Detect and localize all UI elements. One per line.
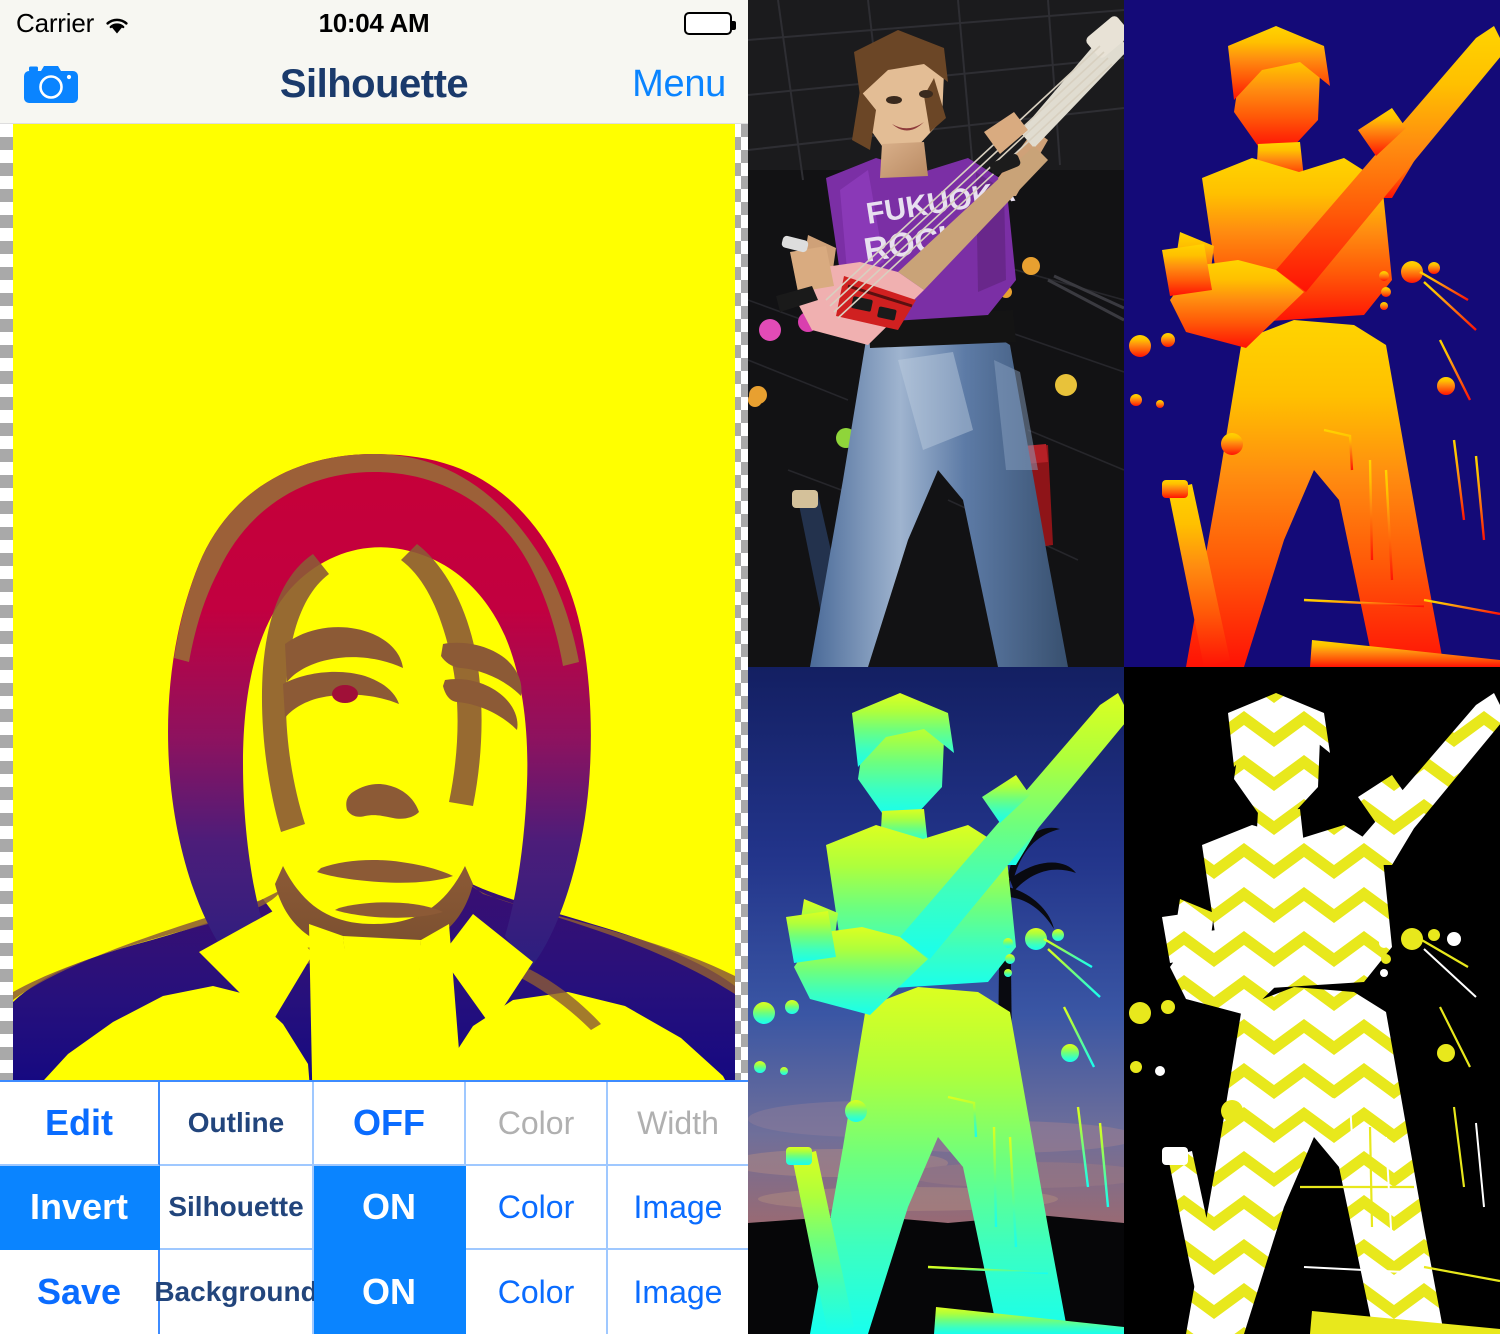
camera-icon[interactable] (22, 63, 80, 107)
silhouette-portrait-artwork (13, 124, 735, 1126)
background-row-label: Background (154, 1250, 318, 1334)
silhouette-green-on-sunset[interactable] (748, 667, 1124, 1334)
app-root: Carrier 10:04 AM Silhouette Menu Edit Ou… (0, 0, 1500, 1334)
outline-color-button[interactable]: Color (466, 1082, 608, 1166)
original-photo[interactable]: FUKUOKA ROCK (748, 0, 1124, 667)
status-bar: Carrier 10:04 AM (0, 0, 748, 46)
outline-toggle[interactable]: OFF (314, 1082, 466, 1166)
canvas-transparency-backdrop (0, 124, 748, 1126)
save-button[interactable]: Save (0, 1250, 160, 1334)
status-bar-right (684, 11, 736, 35)
outline-width-button[interactable]: Width (608, 1082, 748, 1166)
phone-screen: Carrier 10:04 AM Silhouette Menu Edit Ou… (0, 0, 748, 1334)
menu-button[interactable]: Menu (632, 63, 726, 106)
carrier-label: Carrier (16, 7, 95, 38)
background-color-button[interactable]: Color (466, 1250, 608, 1334)
navigation-bar: Silhouette Menu (0, 46, 748, 124)
outline-row-label: Outline (160, 1082, 314, 1166)
silhouette-color-button[interactable]: Color (466, 1166, 608, 1250)
control-panel: Edit Outline OFF Color Width Invert Silh… (0, 1080, 748, 1334)
background-image-button[interactable]: Image (608, 1250, 748, 1334)
background-toggle[interactable]: ON (314, 1250, 466, 1334)
invert-button[interactable]: Invert (0, 1166, 160, 1250)
silhouette-orange-on-navy[interactable] (1124, 0, 1500, 667)
silhouette-toggle[interactable]: ON (314, 1166, 466, 1250)
example-gallery: FUKUOKA ROCK (748, 0, 1500, 1334)
silhouette-image-button[interactable]: Image (608, 1166, 748, 1250)
silhouette-chevron-on-black[interactable] (1124, 667, 1500, 1334)
edit-button[interactable]: Edit (0, 1082, 160, 1166)
battery-full-icon (684, 11, 736, 35)
wifi-icon (103, 12, 131, 34)
silhouette-row-label: Silhouette (160, 1166, 314, 1250)
silhouette-artboard[interactable] (13, 124, 735, 1126)
eye-left (332, 685, 358, 703)
status-bar-left: Carrier (16, 8, 131, 39)
